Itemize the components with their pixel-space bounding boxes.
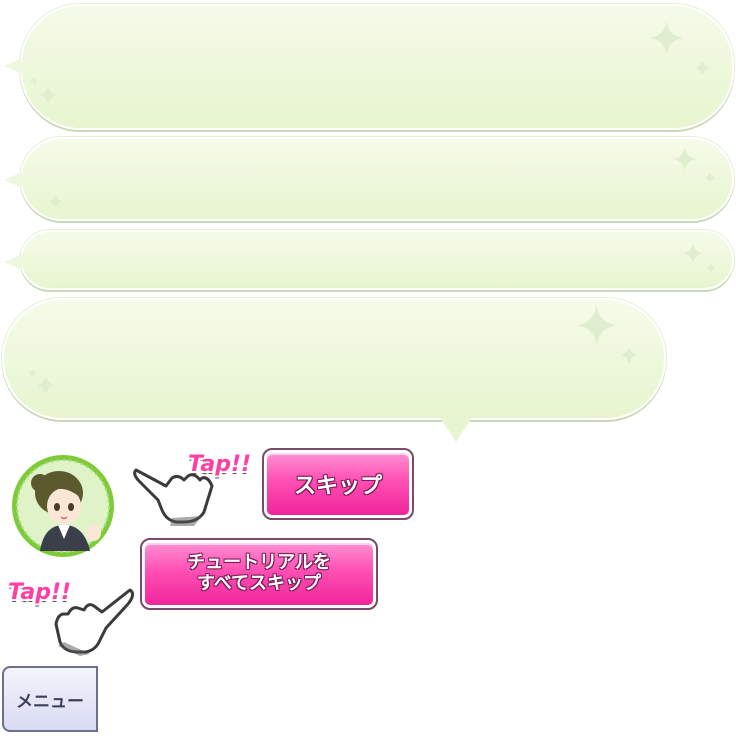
tap-hint-label: Tap!! — [188, 452, 252, 477]
speech-bubble-3 — [20, 230, 734, 290]
sparkle-icon: ✦ — [36, 372, 57, 400]
skip-button[interactable]: スキップ — [262, 448, 414, 520]
speech-bubble-2 — [20, 137, 734, 221]
sparkle-icon: ✦ — [30, 77, 39, 88]
sparkle-icon: ✦ — [648, 14, 685, 65]
sparkle-icon: ✦ — [28, 369, 37, 380]
speech-bubble-4-tail — [440, 418, 472, 442]
speech-bubble-1 — [20, 4, 734, 130]
sparkle-icon: ✦ — [694, 56, 711, 80]
sparkle-icon: ✦ — [682, 240, 704, 270]
character-avatar — [4, 451, 122, 561]
speech-bubble-1-tail — [4, 58, 22, 74]
sparkle-icon: ✦ — [48, 192, 64, 213]
speech-bubble-4 — [2, 298, 666, 420]
skip-all-label-line1: チュートリアルを — [187, 552, 331, 574]
skip-all-tutorial-button[interactable]: チュートリアルを すべてスキップ — [140, 538, 378, 610]
speech-bubble-2-tail — [4, 172, 22, 188]
sparkle-icon: ✦ — [620, 344, 639, 369]
speech-bubble-3-tail — [4, 254, 22, 270]
sparkle-icon: ✦ — [704, 171, 716, 187]
sparkle-icon: ✦ — [38, 82, 59, 110]
pointing-hand-icon — [50, 582, 135, 658]
skip-all-label-line2: すべてスキップ — [196, 573, 322, 594]
sparkle-icon: ✦ — [672, 143, 698, 178]
sparkle-icon: ✦ — [706, 261, 717, 275]
skip-button-label: スキップ — [293, 474, 382, 499]
menu-button-label: メニュー — [16, 691, 84, 712]
sparkle-icon: ✦ — [574, 295, 620, 358]
menu-button[interactable]: メニュー — [2, 666, 98, 732]
